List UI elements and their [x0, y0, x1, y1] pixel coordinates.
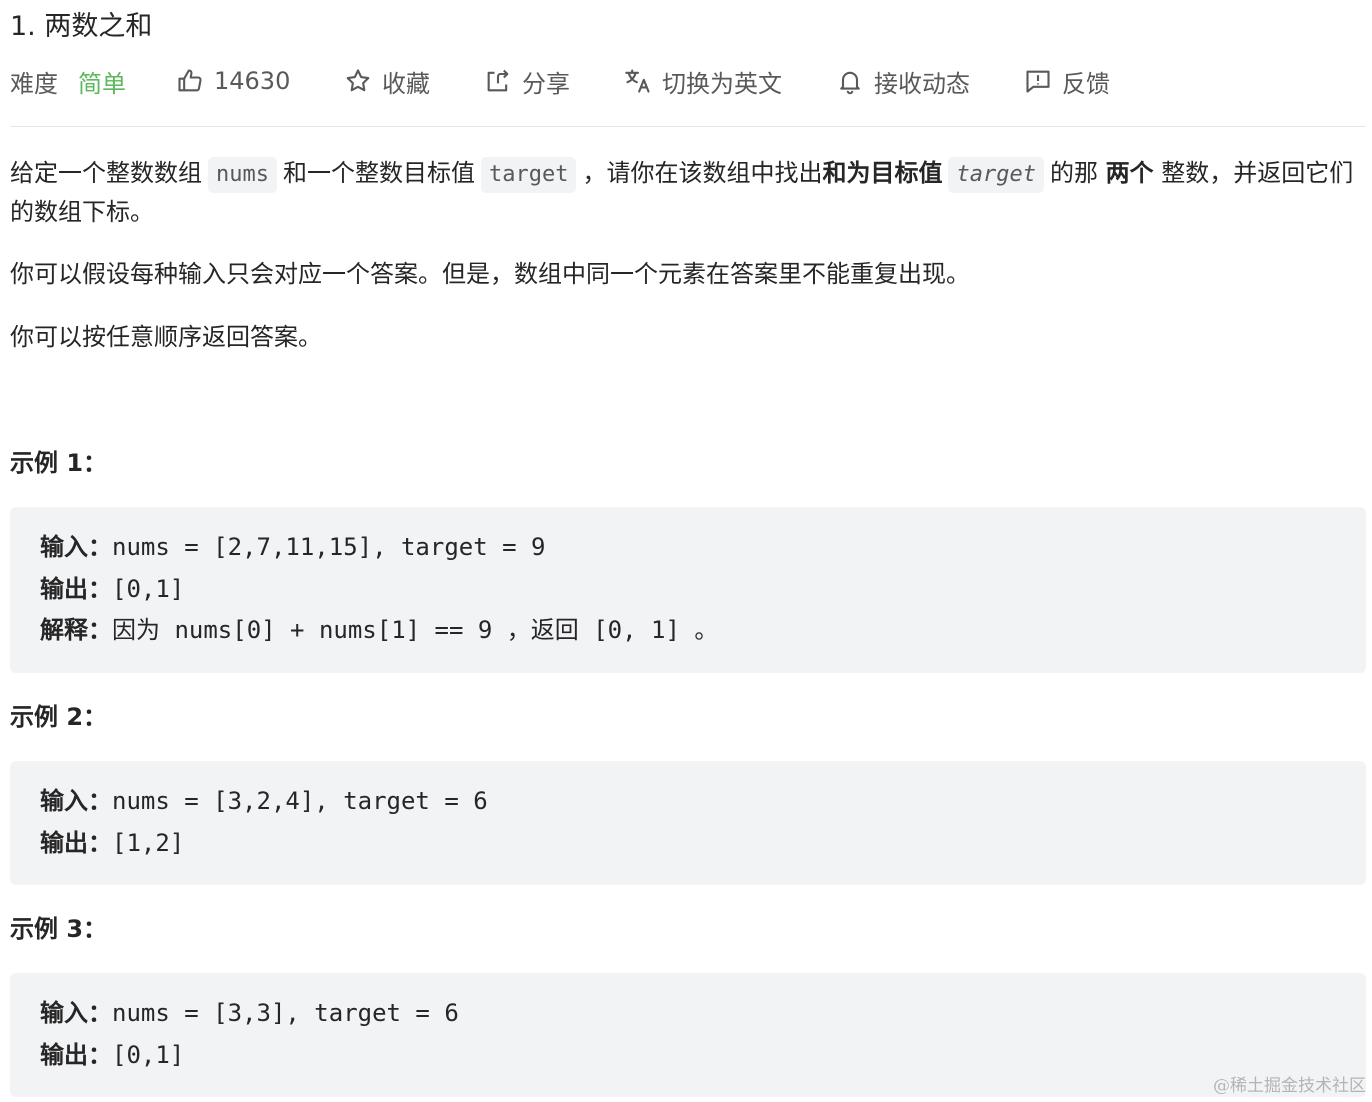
difficulty-label: 难度	[10, 69, 58, 98]
difficulty: 难度 简单	[10, 62, 126, 100]
header-divider	[10, 126, 1366, 127]
explanation-code: nums[0] + nums[1] == 9	[160, 616, 507, 644]
bold-text: 两个	[1105, 159, 1154, 187]
inline-code-nums: nums	[208, 157, 277, 193]
favorite-label: 收藏	[382, 69, 430, 98]
like-count: 14630	[214, 67, 291, 95]
bold-text: 和为目标值	[822, 159, 943, 187]
feedback-label: 反馈	[1062, 69, 1110, 98]
subscribe-label: 接收动态	[874, 69, 970, 98]
subscribe-button[interactable]: 接收动态	[836, 62, 970, 100]
difficulty-value: 简单	[78, 69, 126, 98]
bell-icon	[840, 71, 860, 95]
output-value: [0,1]	[112, 1040, 185, 1069]
input-label: 输入：	[40, 999, 112, 1027]
input-value: nums = [2,7,11,15], target = 9	[112, 533, 546, 561]
example-3-title: 示例 3：	[10, 915, 108, 943]
explanation-text: 。	[694, 616, 719, 644]
explanation-text: ，返回	[506, 616, 579, 644]
example-3-output: 输出：[0,1]	[40, 1035, 1336, 1077]
feedback-button[interactable]: 反馈	[1024, 62, 1110, 100]
favorite-button[interactable]: 收藏	[344, 62, 430, 100]
description-text: ，请你在该数组中找出	[582, 159, 823, 187]
thumbs-up-icon	[178, 69, 202, 92]
explanation-code: [0, 1]	[578, 616, 695, 644]
feedback-icon	[1026, 70, 1050, 93]
description-paragraph-1: 给定一个整数数组 nums 和一个整数目标值 target ，请你在该数组中找出和为目标…	[10, 154, 1366, 231]
like-button[interactable]: 14630	[176, 62, 290, 100]
description-text: 的那	[1049, 159, 1098, 187]
share-icon	[487, 69, 509, 92]
output-label: 输出：	[40, 574, 112, 603]
explanation-label: 解释：	[40, 616, 112, 644]
inline-code-target-italic: target	[948, 157, 1044, 193]
example-1-output: 输出：[0,1]	[40, 569, 1336, 611]
example-2-output: 输出：[1,2]	[40, 823, 1336, 865]
output-label: 输出：	[40, 1040, 112, 1069]
example-2-code-block: 输入：nums = [3,2,4], target = 6 输出：[1,2]	[10, 761, 1366, 885]
translate-label: 切换为英文	[662, 69, 782, 98]
share-button[interactable]: 分享	[484, 62, 570, 100]
translate-button[interactable]: 切换为英文	[624, 62, 782, 100]
problem-title: 1. 两数之和	[10, 11, 153, 42]
share-label: 分享	[522, 69, 570, 98]
example-2-input: 输入：nums = [3,2,4], target = 6	[40, 781, 1336, 823]
explanation-text: 因为	[112, 616, 160, 644]
example-3-input: 输入：nums = [3,3], target = 6	[40, 993, 1336, 1035]
output-value: [1,2]	[112, 828, 185, 857]
output-value: [0,1]	[112, 574, 185, 603]
example-2-title: 示例 2：	[10, 703, 108, 731]
example-1-explanation: 解释：因为 nums[0] + nums[1] == 9 ，返回 [0, 1] …	[40, 610, 1336, 652]
watermark: @稀土掘金技术社区	[1213, 1076, 1366, 1096]
example-3-code-block: 输入：nums = [3,3], target = 6 输出：[0,1]	[10, 973, 1366, 1097]
problem-meta-bar: 难度 简单 14630 收藏 分享 切换为英文 接收动态 反馈	[10, 62, 1150, 100]
inline-code-target: target	[480, 157, 577, 193]
output-label: 输出：	[40, 828, 112, 857]
example-1-input: 输入：nums = [2,7,11,15], target = 9	[40, 527, 1336, 569]
input-label: 输入：	[40, 787, 112, 815]
example-1-title: 示例 1：	[10, 449, 108, 477]
description-paragraph-3: 你可以按任意顺序返回答案。	[10, 323, 322, 351]
input-value: nums = [3,2,4], target = 6	[112, 787, 488, 815]
translate-icon	[625, 69, 650, 93]
description-paragraph-2: 你可以假设每种输入只会对应一个答案。但是，数组中同一个元素在答案里不能重复出现。	[10, 260, 970, 288]
input-value: nums = [3,3], target = 6	[112, 999, 459, 1027]
description-text: 和一个整数目标值	[282, 159, 475, 187]
input-label: 输入：	[40, 533, 112, 561]
example-1-code-block: 输入：nums = [2,7,11,15], target = 9 输出：[0,…	[10, 507, 1366, 673]
description-text: 给定一个整数数组	[10, 159, 202, 187]
star-icon	[346, 69, 370, 92]
